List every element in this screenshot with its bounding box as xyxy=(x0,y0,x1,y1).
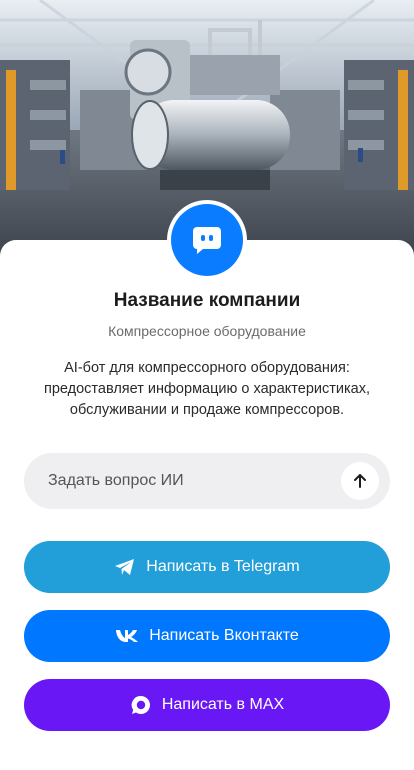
telegram-button-label: Написать в Telegram xyxy=(146,558,300,575)
bot-icon xyxy=(171,204,243,276)
ask-ai-input[interactable] xyxy=(48,472,328,490)
company-name: Название компании xyxy=(113,290,301,311)
avatar xyxy=(167,200,247,280)
vk-button-label: Написать Вконтакте xyxy=(149,627,299,644)
max-button[interactable]: Написать в MAX xyxy=(24,679,390,731)
send-button[interactable] xyxy=(341,462,379,500)
company-category: Компрессорное оборудование xyxy=(108,323,306,339)
vk-icon xyxy=(115,629,139,643)
vk-button[interactable]: Написать Вконтакте xyxy=(24,610,390,662)
telegram-icon xyxy=(114,558,136,576)
arrow-up-icon xyxy=(354,474,366,488)
telegram-button[interactable]: Написать в Telegram xyxy=(24,541,390,593)
max-button-label: Написать в MAX xyxy=(161,696,285,713)
max-icon xyxy=(130,694,152,716)
company-description: AI-бот для компрессорного оборудования: … xyxy=(43,360,370,418)
ask-ai-box[interactable] xyxy=(24,453,390,509)
